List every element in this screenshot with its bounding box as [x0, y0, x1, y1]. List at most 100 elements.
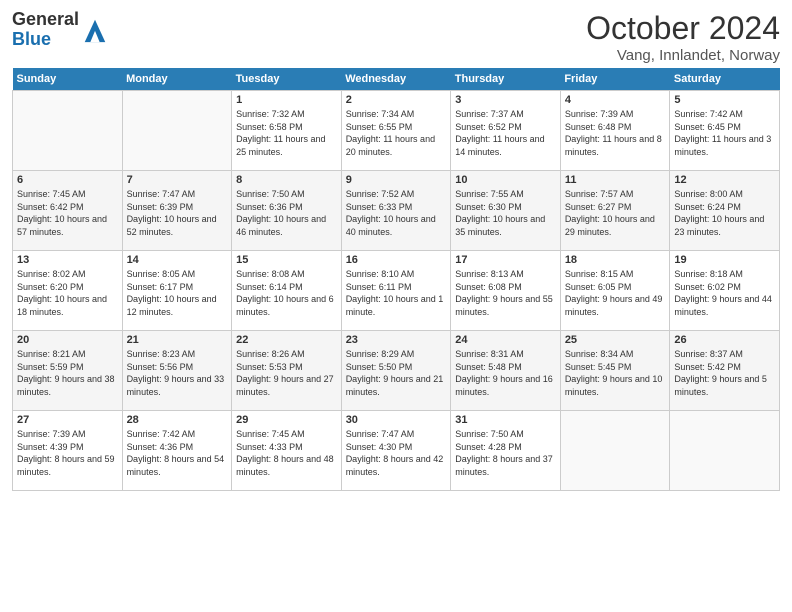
day-info: Sunrise: 8:37 AM Sunset: 5:42 PM Dayligh…	[674, 348, 775, 398]
day-cell: 11 Sunrise: 7:57 AM Sunset: 6:27 PM Dayli…	[560, 171, 670, 251]
day-info: Sunrise: 7:45 AM Sunset: 6:42 PM Dayligh…	[17, 188, 118, 238]
day-info: Sunrise: 7:39 AM Sunset: 4:39 PM Dayligh…	[17, 428, 118, 478]
day-cell	[13, 91, 123, 171]
day-number: 10	[455, 174, 556, 186]
day-number: 2	[346, 94, 447, 106]
day-cell: 31Sunrise: 7:50 AM Sunset: 4:28 PM Dayli…	[451, 411, 561, 491]
day-info: Sunrise: 8:08 AM Sunset: 6:14 PM Dayligh…	[236, 268, 337, 318]
header-monday: Monday	[122, 68, 232, 91]
day-number: 7	[127, 174, 228, 186]
header-sunday: Sunday	[13, 68, 123, 91]
title-section: October 2024 Vang, Innlandet, Norway	[586, 10, 780, 64]
day-info: Sunrise: 7:39 AM Sunset: 6:48 PM Dayligh…	[565, 108, 666, 158]
day-info: Sunrise: 7:37 AM Sunset: 6:52 PM Dayligh…	[455, 108, 556, 158]
header-friday: Friday	[560, 68, 670, 91]
page-container: General Blue October 2024 Vang, Innlande…	[0, 0, 792, 501]
day-cell: 27 Sunrise: 7:39 AM Sunset: 4:39 PM Dayli…	[13, 411, 123, 491]
day-cell: 15 Sunrise: 8:08 AM Sunset: 6:14 PM Dayli…	[232, 251, 342, 331]
day-info: Sunrise: 8:13 AM Sunset: 6:08 PM Dayligh…	[455, 268, 556, 318]
location: Vang, Innlandet, Norway	[586, 47, 780, 64]
day-info: Sunrise: 7:42 AM Sunset: 4:36 PM Dayligh…	[127, 428, 228, 478]
day-cell: 10 Sunrise: 7:55 AM Sunset: 6:30 PM Dayli…	[451, 171, 561, 251]
day-cell: 5Sunrise: 7:42 AM Sunset: 6:45 PM Daylig…	[670, 91, 780, 171]
day-number: 12	[674, 174, 775, 186]
week-row-5: 27 Sunrise: 7:39 AM Sunset: 4:39 PM Dayli…	[13, 411, 780, 491]
day-info: Sunrise: 7:55 AM Sunset: 6:30 PM Dayligh…	[455, 188, 556, 238]
day-number: 15	[236, 254, 337, 266]
day-info: Sunrise: 7:45 AM Sunset: 4:33 PM Dayligh…	[236, 428, 337, 478]
logo-icon	[81, 16, 109, 44]
week-row-4: 20 Sunrise: 8:21 AM Sunset: 5:59 PM Dayli…	[13, 331, 780, 411]
day-cell: 9 Sunrise: 7:52 AM Sunset: 6:33 PM Daylig…	[341, 171, 451, 251]
week-row-2: 6 Sunrise: 7:45 AM Sunset: 6:42 PM Daylig…	[13, 171, 780, 251]
day-cell: 18 Sunrise: 8:15 AM Sunset: 6:05 PM Dayli…	[560, 251, 670, 331]
day-info: Sunrise: 7:47 AM Sunset: 4:30 PM Dayligh…	[346, 428, 447, 478]
day-cell	[122, 91, 232, 171]
day-info: Sunrise: 8:31 AM Sunset: 5:48 PM Dayligh…	[455, 348, 556, 398]
day-cell: 21Sunrise: 8:23 AM Sunset: 5:56 PM Dayli…	[122, 331, 232, 411]
day-number: 3	[455, 94, 556, 106]
header-tuesday: Tuesday	[232, 68, 342, 91]
day-cell: 28 Sunrise: 7:42 AM Sunset: 4:36 PM Dayli…	[122, 411, 232, 491]
day-cell: 17Sunrise: 8:13 AM Sunset: 6:08 PM Dayli…	[451, 251, 561, 331]
day-cell: 13Sunrise: 8:02 AM Sunset: 6:20 PM Dayli…	[13, 251, 123, 331]
day-info: Sunrise: 8:26 AM Sunset: 5:53 PM Dayligh…	[236, 348, 337, 398]
day-info: Sunrise: 8:34 AM Sunset: 5:45 PM Dayligh…	[565, 348, 666, 398]
day-cell: 23Sunrise: 8:29 AM Sunset: 5:50 PM Dayli…	[341, 331, 451, 411]
day-cell: 26 Sunrise: 8:37 AM Sunset: 5:42 PM Dayli…	[670, 331, 780, 411]
day-info: Sunrise: 7:47 AM Sunset: 6:39 PM Dayligh…	[127, 188, 228, 238]
day-info: Sunrise: 7:50 AM Sunset: 6:36 PM Dayligh…	[236, 188, 337, 238]
day-cell: 16 Sunrise: 8:10 AM Sunset: 6:11 PM Dayli…	[341, 251, 451, 331]
day-info: Sunrise: 7:52 AM Sunset: 6:33 PM Dayligh…	[346, 188, 447, 238]
day-number: 5	[674, 94, 775, 106]
day-info: Sunrise: 7:34 AM Sunset: 6:55 PM Dayligh…	[346, 108, 447, 158]
weekday-header-row: Sunday Monday Tuesday Wednesday Thursday…	[13, 68, 780, 91]
day-number: 6	[17, 174, 118, 186]
day-info: Sunrise: 7:32 AM Sunset: 6:58 PM Dayligh…	[236, 108, 337, 158]
logo: General Blue	[12, 10, 109, 50]
day-number: 27	[17, 414, 118, 426]
day-info: Sunrise: 7:50 AM Sunset: 4:28 PM Dayligh…	[455, 428, 556, 478]
header-thursday: Thursday	[451, 68, 561, 91]
header: General Blue October 2024 Vang, Innlande…	[12, 10, 780, 64]
day-number: 28	[127, 414, 228, 426]
day-number: 11	[565, 174, 666, 186]
logo-general: General	[12, 10, 79, 30]
day-cell	[670, 411, 780, 491]
day-cell: 25Sunrise: 8:34 AM Sunset: 5:45 PM Dayli…	[560, 331, 670, 411]
day-info: Sunrise: 8:21 AM Sunset: 5:59 PM Dayligh…	[17, 348, 118, 398]
day-number: 18	[565, 254, 666, 266]
header-saturday: Saturday	[670, 68, 780, 91]
day-info: Sunrise: 7:57 AM Sunset: 6:27 PM Dayligh…	[565, 188, 666, 238]
day-info: Sunrise: 8:23 AM Sunset: 5:56 PM Dayligh…	[127, 348, 228, 398]
day-cell: 29 Sunrise: 7:45 AM Sunset: 4:33 PM Dayli…	[232, 411, 342, 491]
day-number: 8	[236, 174, 337, 186]
month-title: October 2024	[586, 10, 780, 47]
day-cell: 6 Sunrise: 7:45 AM Sunset: 6:42 PM Daylig…	[13, 171, 123, 251]
day-cell: 20 Sunrise: 8:21 AM Sunset: 5:59 PM Dayli…	[13, 331, 123, 411]
header-wednesday: Wednesday	[341, 68, 451, 91]
day-info: Sunrise: 8:10 AM Sunset: 6:11 PM Dayligh…	[346, 268, 447, 318]
day-number: 29	[236, 414, 337, 426]
day-number: 20	[17, 334, 118, 346]
week-row-1: 1Sunrise: 7:32 AM Sunset: 6:58 PM Daylig…	[13, 91, 780, 171]
day-cell: 30 Sunrise: 7:47 AM Sunset: 4:30 PM Dayli…	[341, 411, 451, 491]
day-cell: 12 Sunrise: 8:00 AM Sunset: 6:24 PM Dayli…	[670, 171, 780, 251]
day-number: 26	[674, 334, 775, 346]
day-info: Sunrise: 8:18 AM Sunset: 6:02 PM Dayligh…	[674, 268, 775, 318]
day-cell	[560, 411, 670, 491]
day-cell: 2 Sunrise: 7:34 AM Sunset: 6:55 PM Daylig…	[341, 91, 451, 171]
day-cell: 14Sunrise: 8:05 AM Sunset: 6:17 PM Dayli…	[122, 251, 232, 331]
day-number: 13	[17, 254, 118, 266]
day-number: 23	[346, 334, 447, 346]
day-info: Sunrise: 8:00 AM Sunset: 6:24 PM Dayligh…	[674, 188, 775, 238]
day-number: 16	[346, 254, 447, 266]
day-cell: 22 Sunrise: 8:26 AM Sunset: 5:53 PM Dayli…	[232, 331, 342, 411]
day-number: 9	[346, 174, 447, 186]
day-number: 30	[346, 414, 447, 426]
day-number: 22	[236, 334, 337, 346]
day-info: Sunrise: 8:15 AM Sunset: 6:05 PM Dayligh…	[565, 268, 666, 318]
day-cell: 3 Sunrise: 7:37 AM Sunset: 6:52 PM Daylig…	[451, 91, 561, 171]
day-number: 24	[455, 334, 556, 346]
day-cell: 1Sunrise: 7:32 AM Sunset: 6:58 PM Daylig…	[232, 91, 342, 171]
